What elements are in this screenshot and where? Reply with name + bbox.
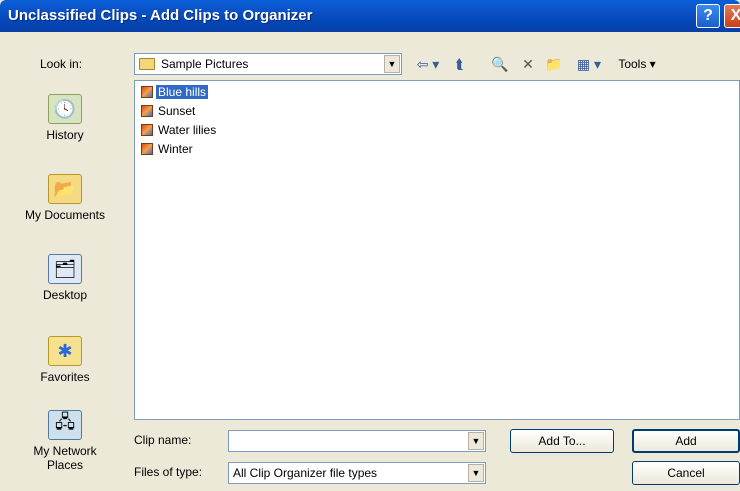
file-list[interactable]: Blue hills Sunset Water lilies Winter <box>134 80 740 420</box>
search-web-icon[interactable]: 🔍 <box>490 55 510 73</box>
add-to-button[interactable]: Add To... <box>510 429 614 453</box>
add-button[interactable]: Add <box>632 429 740 453</box>
help-icon: ? <box>703 7 713 24</box>
places-bar: 🕓 History 📂 My Documents 🗂 Desktop ✱ Fav… <box>8 80 122 472</box>
file-name: Blue hills <box>156 85 209 99</box>
look-in-dropdown[interactable]: Sample Pictures ▼ <box>134 53 402 75</box>
place-my-documents[interactable]: 📂 My Documents <box>8 174 122 222</box>
file-name: Water lilies <box>158 123 217 137</box>
new-folder-icon[interactable]: 📁 <box>544 55 564 73</box>
place-desktop[interactable]: 🗂 Desktop <box>8 254 122 302</box>
up-folder-icon[interactable]: ⮬ <box>450 55 470 73</box>
picture-file-icon <box>141 143 153 155</box>
desktop-icon: 🗂 <box>48 254 82 284</box>
place-history[interactable]: 🕓 History <box>8 94 122 142</box>
title-bar[interactable]: Unclassified Clips - Add Clips to Organi… <box>0 0 740 32</box>
place-network[interactable]: 🖧 My Network Places <box>8 410 122 472</box>
delete-icon[interactable]: ✕ <box>518 55 538 73</box>
picture-file-icon <box>141 86 153 98</box>
chevron-down-icon[interactable]: ▼ <box>384 55 400 73</box>
folder-icon <box>139 58 155 70</box>
file-name: Winter <box>158 142 193 156</box>
cancel-button[interactable]: Cancel <box>632 461 740 485</box>
window-title: Unclassified Clips - Add Clips to Organi… <box>8 7 313 24</box>
list-item[interactable]: Sunset <box>141 103 197 119</box>
picture-file-icon <box>141 105 153 117</box>
back-icon[interactable]: ⇦ ▾ <box>412 55 444 73</box>
place-label: My Documents <box>24 208 106 222</box>
file-name: Sunset <box>158 104 196 118</box>
list-item[interactable]: Winter <box>141 141 195 157</box>
look-in-label: Look in: <box>40 57 83 71</box>
list-item[interactable]: Blue hills <box>141 84 209 100</box>
place-label: Desktop <box>42 288 88 302</box>
favorites-icon: ✱ <box>48 336 82 366</box>
files-of-type-dropdown[interactable]: All Clip Organizer file types ▼ <box>228 462 486 484</box>
chevron-down-icon[interactable]: ▼ <box>468 432 484 450</box>
clip-name-input[interactable]: ▼ <box>228 430 486 452</box>
network-icon: 🖧 <box>48 410 82 440</box>
tools-menu[interactable]: Tools ▾ <box>612 55 662 73</box>
close-button[interactable]: X <box>724 4 740 28</box>
place-label: History <box>46 128 84 142</box>
files-of-type-label: Files of type: <box>134 465 203 479</box>
look-in-value: Sample Pictures <box>161 57 249 71</box>
my-documents-icon: 📂 <box>48 174 82 204</box>
chevron-down-icon[interactable]: ▼ <box>468 464 484 482</box>
place-label: My Network Places <box>33 444 97 472</box>
files-of-type-value: All Clip Organizer file types <box>233 466 378 480</box>
history-icon: 🕓 <box>48 94 82 124</box>
list-item[interactable]: Water lilies <box>141 122 218 138</box>
help-button[interactable]: ? <box>696 4 720 28</box>
place-label: Favorites <box>40 370 90 384</box>
place-favorites[interactable]: ✱ Favorites <box>8 336 122 384</box>
close-icon: X <box>730 7 740 24</box>
picture-file-icon <box>141 124 153 136</box>
views-icon[interactable]: ▦ ▾ <box>572 55 606 73</box>
clip-name-label: Clip name: <box>134 433 192 447</box>
